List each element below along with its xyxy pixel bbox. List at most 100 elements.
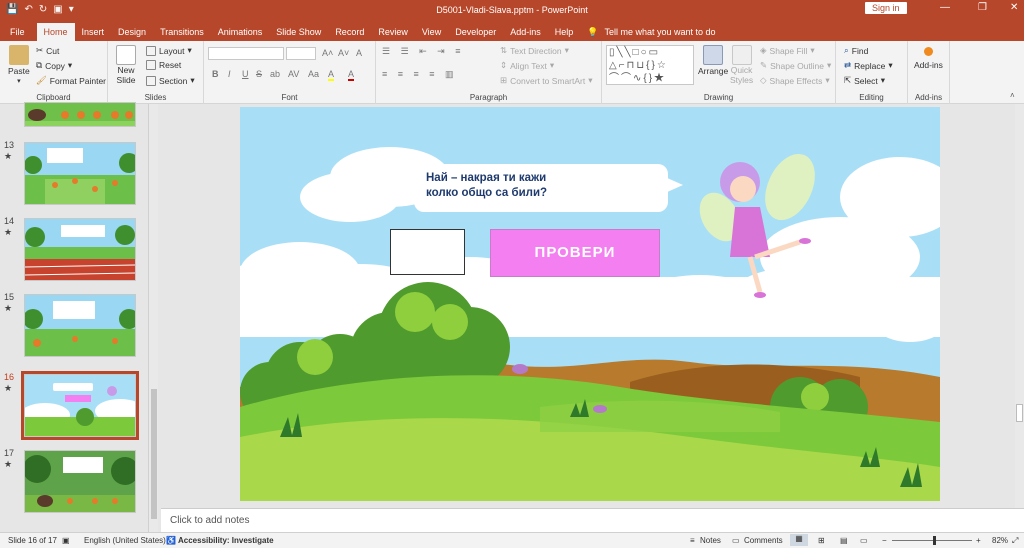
slide-thumbnail-17[interactable] <box>24 450 136 513</box>
fit-slide-icon[interactable]: ⤢ <box>1012 536 1018 546</box>
slide-number: 13 <box>4 140 15 150</box>
font-name-dropdown[interactable] <box>208 47 284 60</box>
replace-button[interactable]: ⇄ Replace ▾ <box>844 60 893 71</box>
slide-thumbnail-16[interactable] <box>21 371 139 440</box>
collapse-ribbon-icon[interactable]: ˄ <box>1010 91 1015 100</box>
align-text-icon: ⇕ <box>500 60 508 70</box>
find-button[interactable]: ⌕ Find <box>844 45 868 56</box>
text-direction-button[interactable]: ⇅ Text Direction ▾ <box>500 45 569 56</box>
thumbnails-scrollbar[interactable] <box>148 104 158 532</box>
comments-toggle[interactable]: Comments <box>744 536 783 545</box>
quick-styles-button[interactable]: Quick Styles <box>730 45 753 85</box>
slide-thumbnail-15[interactable] <box>24 294 136 357</box>
grow-font-icon[interactable]: A˄ <box>322 48 333 58</box>
tab-slide-show[interactable]: Slide Show <box>269 23 328 41</box>
shape-outline-button[interactable]: ✎ Shape Outline ▾ <box>760 60 831 71</box>
zoom-slider[interactable] <box>892 540 972 541</box>
question-text[interactable]: Най – накрая ти кажи колко общо са били? <box>426 171 547 201</box>
tab-transitions[interactable]: Transitions <box>153 23 211 41</box>
reset-button[interactable]: Reset <box>146 60 181 70</box>
paste-button[interactable]: Paste ▾ <box>8 45 30 85</box>
check-button[interactable]: ПРОВЕРИ <box>490 229 660 277</box>
accessibility-icon: ♿ <box>166 536 176 545</box>
notes-toggle[interactable]: Notes <box>700 536 721 545</box>
comments-icon: ▭ <box>732 536 740 545</box>
slide-thumbnail-14[interactable] <box>24 218 136 281</box>
italic-button[interactable]: I <box>228 69 231 79</box>
save-icon[interactable]: 💾 <box>6 4 18 15</box>
zoom-in-button[interactable]: + <box>976 536 981 545</box>
tab-developer[interactable]: Developer <box>448 23 503 41</box>
slide-thumbnail-13[interactable] <box>24 142 136 205</box>
tab-review[interactable]: Review <box>371 23 415 41</box>
strikethrough-button[interactable]: S <box>256 69 262 79</box>
shape-effects-button[interactable]: ◇ Shape Effects ▾ <box>760 75 830 86</box>
spelling-icon[interactable]: ▣ <box>62 536 70 545</box>
addins-button[interactable]: Add-ins <box>914 47 943 70</box>
tab-file[interactable]: File <box>0 23 37 41</box>
redo-icon[interactable]: ↻ <box>39 4 47 15</box>
select-button[interactable]: ⇱ Select ▾ <box>844 75 885 86</box>
slide-sorter-icon[interactable]: ⊞ <box>818 536 825 545</box>
reading-view-icon[interactable]: ▤ <box>840 536 848 545</box>
animation-star-icon: ★ <box>4 303 13 313</box>
language-indicator[interactable]: English (United States) <box>84 536 166 545</box>
underline-button[interactable]: U <box>242 69 249 79</box>
shrink-font-icon[interactable]: A˅ <box>338 48 349 58</box>
minimize-button[interactable]: — <box>940 2 950 13</box>
accessibility-status[interactable]: Accessibility: Investigate <box>178 536 274 545</box>
start-slideshow-icon[interactable]: ▣ <box>53 4 62 15</box>
tab-home[interactable]: Home <box>36 23 75 41</box>
tab-insert[interactable]: Insert <box>75 23 112 41</box>
undo-icon[interactable]: ↶ <box>24 4 32 15</box>
layout-button[interactable]: Layout ▾ <box>146 45 192 56</box>
bold-button[interactable]: B <box>212 69 219 79</box>
notes-placeholder: Click to add notes <box>170 515 250 526</box>
animation-star-icon: ★ <box>4 383 13 393</box>
align-text-button[interactable]: ⇕ Align Text ▾ <box>500 60 554 71</box>
highlight-button[interactable]: A <box>328 69 335 81</box>
notes-pane[interactable]: Click to add notes <box>161 508 1024 532</box>
arrange-button[interactable]: Arrange <box>698 45 728 76</box>
sign-in-button[interactable]: Sign in <box>865 2 907 14</box>
cut-button[interactable]: ✂ Cut <box>36 45 59 56</box>
font-color-button[interactable]: A <box>348 69 355 81</box>
zoom-slider-thumb[interactable] <box>933 536 936 545</box>
section-button[interactable]: Section ▾ <box>146 75 195 86</box>
slide-thumbnail-12[interactable] <box>24 102 136 127</box>
tab-add-ins[interactable]: Add-ins <box>503 23 548 41</box>
zoom-level[interactable]: 82% <box>992 536 1008 545</box>
tab-record[interactable]: Record <box>328 23 371 41</box>
char-spacing-button[interactable]: AV <box>288 69 299 79</box>
copy-button[interactable]: ⧉ Copy ▾ <box>36 60 72 71</box>
clear-format-icon[interactable]: A <box>356 48 362 58</box>
slide-canvas[interactable]: Най – накрая ти кажи колко общо са били?… <box>240 107 940 501</box>
smartart-button[interactable]: ⊞ Convert to SmartArt ▾ <box>500 75 593 86</box>
change-case-button[interactable]: Aa <box>308 69 319 79</box>
thumbnails-scroll-thumb[interactable] <box>151 389 157 519</box>
animation-star-icon: ★ <box>4 151 13 161</box>
shadow-button[interactable]: ab <box>270 69 280 79</box>
slide-scrollbar[interactable] <box>1015 104 1024 508</box>
slide-scroll-thumb[interactable] <box>1016 404 1023 422</box>
font-size-dropdown[interactable] <box>286 47 316 60</box>
new-slide-button[interactable]: New Slide <box>116 45 136 85</box>
close-button[interactable]: ✕ <box>1010 2 1018 13</box>
list-icons[interactable]: ☰ ☰ ⇤ ⇥ ≡ <box>382 46 464 57</box>
align-icons[interactable]: ≡ ≡ ≡ ≡ ▥ <box>382 69 458 80</box>
shapes-gallery[interactable]: ▯╲╲□○▭ △⌐⊓⊔{}☆ ⌒⌒∿{}★ <box>606 45 694 85</box>
answer-textbox[interactable] <box>390 229 465 275</box>
tab-help[interactable]: Help <box>548 23 581 41</box>
restore-button[interactable]: ❐ <box>978 2 987 13</box>
shape-fill-button[interactable]: ◈ Shape Fill ▾ <box>760 45 815 56</box>
tell-me-search[interactable]: 💡 Tell me what you want to do <box>580 23 722 41</box>
zoom-out-button[interactable]: − <box>882 536 887 545</box>
tab-design[interactable]: Design <box>111 23 153 41</box>
slideshow-view-icon[interactable]: ▭ <box>860 536 868 545</box>
tab-view[interactable]: View <box>415 23 448 41</box>
customize-qat-icon[interactable]: ▾ <box>69 4 74 15</box>
tab-animations[interactable]: Animations <box>211 23 270 41</box>
normal-view-icon[interactable]: ▦ <box>790 534 808 546</box>
quick-styles-icon <box>731 45 752 65</box>
format-painter-button[interactable]: 🖌 Format Painter <box>36 75 106 86</box>
